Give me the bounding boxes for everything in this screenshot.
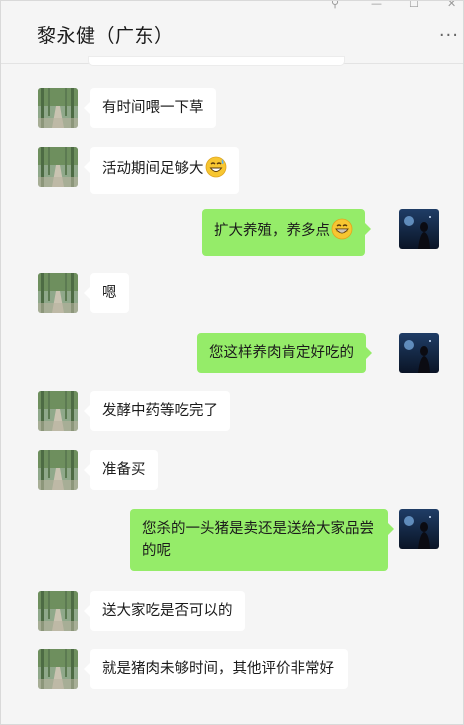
incoming-message-bubble: 嗯 [84,273,129,313]
my-avatar[interactable] [399,509,439,549]
my-avatar[interactable] [399,209,439,249]
contact-avatar[interactable] [38,147,78,187]
outgoing-message-bubble: 您杀的一头猪是卖还是送给大家品尝的呢 [130,509,394,571]
incoming-message-bubble: 活动期间足够大 [84,147,239,194]
incoming-message-bubble: 就是猪肉未够时间，其他评价非常好 [84,649,348,689]
chat-window: ⚲ — ☐ ✕ 黎永健（广东） ··· 有时间喂一下草 活动期间足够大 扩大养殖… [0,0,464,725]
grinning-sweat-emoji-icon [205,156,227,185]
contact-avatar[interactable] [38,273,78,313]
more-options-icon[interactable]: ··· [439,27,459,45]
chat-header: ⚲ — ☐ ✕ 黎永健（广东） ··· [1,1,463,64]
outgoing-message-bubble: 扩大养殖，养多点 [202,209,371,256]
contact-avatar[interactable] [38,450,78,490]
contact-avatar[interactable] [38,391,78,431]
outgoing-message-bubble: 您这样养肉肯定好吃的 [197,333,372,373]
incoming-message-bubble: 发酵中药等吃完了 [84,391,230,431]
incoming-message-bubble: 送大家吃是否可以的 [84,591,245,631]
contact-avatar[interactable] [38,649,78,689]
close-icon[interactable]: ✕ [447,1,456,10]
incoming-message-bubble: 有时间喂一下草 [84,88,216,128]
maximize-icon[interactable]: ☐ [409,1,419,10]
chat-title: 黎永健（广东） [37,25,174,47]
minimize-icon[interactable]: — [371,1,382,10]
contact-avatar[interactable] [38,88,78,128]
grinning-emoji-icon [331,218,353,247]
my-avatar[interactable] [399,333,439,373]
contact-avatar[interactable] [38,591,78,631]
incoming-message-bubble: 准备买 [84,450,158,490]
previous-message-bubble [89,57,344,65]
pin-icon[interactable]: ⚲ [331,1,339,10]
